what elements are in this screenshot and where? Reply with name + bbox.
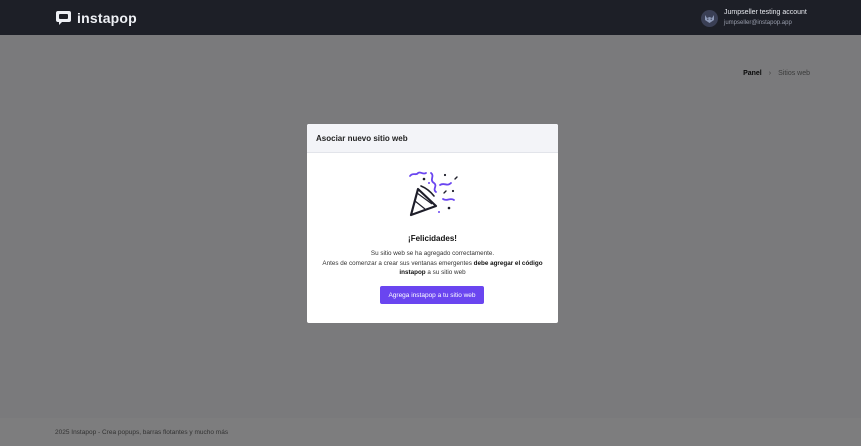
app-logo[interactable]: instapop (55, 9, 137, 26)
party-popper-icon (409, 171, 458, 217)
top-navbar: instapop Jumpseller testing account jump… (0, 0, 861, 35)
associate-website-modal: Asociar nuevo sitio web ¡Felicidades! Su… (307, 124, 558, 323)
message-line-3: instapop a su sitio web (399, 269, 466, 277)
message-line-1: Su sitio web se ha agregado correctament… (370, 250, 495, 257)
instapop-logo-icon (56, 11, 71, 25)
modal-title: Asociar nuevo sitio web (316, 133, 408, 143)
message-line-2: Antes de comenzar a crear sus ventanas e… (322, 259, 543, 267)
modal-header: Asociar nuevo sitio web (307, 124, 558, 153)
add-instapop-button[interactable]: Agrega instapop a tu sitio web (380, 286, 484, 304)
success-message: Su sitio web se ha agregado correctament… (307, 249, 558, 278)
account-name: Jumpseller testing account (724, 9, 807, 16)
account-email: jumpseller@instapop.app (724, 20, 792, 26)
account-menu[interactable]: Jumpseller testing account jumpseller@in… (701, 7, 807, 29)
congrats-heading: ¡Felicidades! (408, 234, 457, 243)
app-name: instapop (77, 9, 137, 26)
message-line-3-bold: instapop (399, 269, 426, 277)
user-avatar-icon (701, 9, 718, 27)
message-line-2-bold: debe agregar el código (473, 259, 543, 267)
